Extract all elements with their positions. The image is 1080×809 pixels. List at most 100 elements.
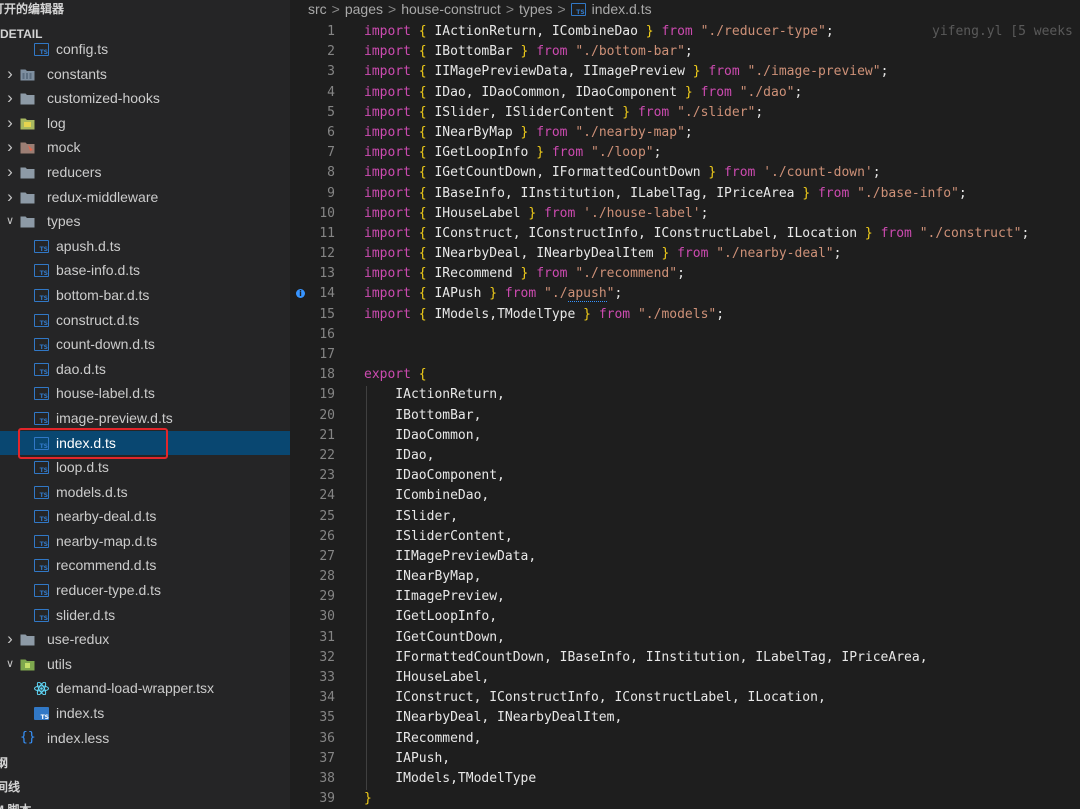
tree-folder[interactable]: › mock: [0, 135, 290, 160]
code-line[interactable]: 8 import { IGetCountDown, IFormattedCount…: [290, 163, 1080, 183]
code-line[interactable]: 12 import { INearbyDeal, INearbyDealItem …: [290, 244, 1080, 264]
code-line[interactable]: 10 import { IHouseLabel } from './house-l…: [290, 204, 1080, 224]
code-line[interactable]: 37 IAPush,: [290, 749, 1080, 769]
code-token: ;: [825, 24, 834, 39]
code-line[interactable]: 3 import { IIMagePreviewData, IImagePrevi…: [290, 62, 1080, 82]
tree-file[interactable]: TS house-label.d.ts: [0, 381, 290, 406]
tree-folder[interactable]: › redux-middleware: [0, 185, 290, 210]
code-line[interactable]: 33 IHouseLabel,: [290, 668, 1080, 688]
tree-file[interactable]: TS dao.d.ts: [0, 357, 290, 382]
timeline-section-header[interactable]: 间线: [0, 776, 20, 798]
chevron-right-icon[interactable]: ›: [3, 111, 17, 136]
breadcrumb-item[interactable]: types: [519, 1, 552, 17]
explorer-sidebar: 打开的编辑器 -DETAIL TSconfig.ts›constants›cus…: [0, 0, 290, 809]
code-editor[interactable]: src > pages > house-construct > types > TS index.…: [290, 0, 1080, 809]
code-line[interactable]: 24 ICombineDao,: [290, 486, 1080, 506]
tree-file[interactable]: TS bottom-bar.d.ts: [0, 283, 290, 308]
outline-section-header[interactable]: 纲: [0, 752, 8, 774]
tree-folder[interactable]: › constants: [0, 62, 290, 87]
chevron-right-icon[interactable]: ›: [3, 160, 17, 185]
npm-scripts-section-header[interactable]: M 脚本: [0, 799, 31, 809]
code-line[interactable]: 27 IIMagePreviewData,: [290, 547, 1080, 567]
chevron-down-icon[interactable]: ∨: [3, 652, 17, 677]
tree-file[interactable]: TS apush.d.ts: [0, 234, 290, 259]
code-line[interactable]: 6 import { INearByMap } from "./nearby-ma…: [290, 123, 1080, 143]
code-token: from: [598, 306, 631, 322]
code-line[interactable]: 5 import { ISlider, ISliderContent } from…: [290, 103, 1080, 123]
code-line[interactable]: 2 import { IBottomBar } from "./bottom-ba…: [290, 42, 1080, 62]
code-line[interactable]: 30 IGetLoopInfo,: [290, 607, 1080, 627]
code-line[interactable]: i 14 import { IAPush } from "./apush";: [290, 284, 1080, 304]
code-line[interactable]: 38 IModels,TModelType: [290, 769, 1080, 789]
tree-file[interactable]: TS construct.d.ts: [0, 308, 290, 333]
chevron-down-icon[interactable]: ∨: [3, 209, 17, 234]
code-lines[interactable]: 1 import { IActionReturn, ICombineDao } f…: [290, 22, 1080, 809]
tree-folder[interactable]: › customized-hooks: [0, 86, 290, 111]
chevron-right-icon[interactable]: ›: [3, 185, 17, 210]
tree-file[interactable]: TS nearby-map.d.ts: [0, 529, 290, 554]
tree-file[interactable]: TS index.ts: [0, 701, 290, 726]
tree-file[interactable]: TS recommend.d.ts: [0, 553, 290, 578]
code-line[interactable]: 28 INearByMap,: [290, 567, 1080, 587]
code-line[interactable]: 32 IFormattedCountDown, IBaseInfo, IInst…: [290, 648, 1080, 668]
code-line[interactable]: 11 import { IConstruct, IConstructInfo, I…: [290, 224, 1080, 244]
tree-folder[interactable]: ∨ utils: [0, 652, 290, 677]
code-line[interactable]: 7 import { IGetLoopInfo } from "./loop";: [290, 143, 1080, 163]
code-line[interactable]: 19 IActionReturn,: [290, 385, 1080, 405]
breadcrumb-item[interactable]: index.d.ts: [592, 1, 652, 17]
line-number: 24: [319, 488, 335, 504]
code-line[interactable]: 1 import { IActionReturn, ICombineDao } f…: [290, 22, 1080, 42]
tree-file[interactable]: TS slider.d.ts: [0, 603, 290, 628]
chevron-right-icon[interactable]: ›: [3, 62, 17, 87]
tree-folder[interactable]: › reducers: [0, 160, 290, 185]
code-line[interactable]: 26 ISliderContent,: [290, 527, 1080, 547]
code-line[interactable]: 34 IConstruct, IConstructInfo, IConstruc…: [290, 688, 1080, 708]
tree-file[interactable]: TS base-info.d.ts: [0, 258, 290, 283]
code-line[interactable]: 16: [290, 325, 1080, 345]
breadcrumb-item[interactable]: house-construct: [401, 1, 501, 17]
chevron-right-icon[interactable]: ›: [3, 135, 17, 160]
chevron-right-icon[interactable]: ›: [3, 86, 17, 111]
code-line[interactable]: 25 ISlider,: [290, 507, 1080, 527]
code-token: "./models": [637, 306, 717, 322]
code-line[interactable]: 39}: [290, 789, 1080, 809]
code-line[interactable]: 31 IGetCountDown,: [290, 628, 1080, 648]
code-token: from: [637, 104, 670, 120]
code-line[interactable]: 29 IImagePreview,: [290, 587, 1080, 607]
tree-item-label: config.ts: [56, 41, 109, 57]
code-line[interactable]: 35 INearbyDeal, INearbyDealItem,: [290, 708, 1080, 728]
tree-file[interactable]: {} index.less: [0, 726, 290, 751]
code-line[interactable]: 36 IRecommend,: [290, 729, 1080, 749]
tree-file[interactable]: TS nearby-deal.d.ts: [0, 504, 290, 529]
line-number: 18: [319, 367, 335, 383]
tree-file[interactable]: TS models.d.ts: [0, 480, 290, 505]
code-line[interactable]: 13 import { IRecommend } from "./recommen…: [290, 264, 1080, 284]
code-line[interactable]: 17: [290, 345, 1080, 365]
code-line[interactable]: 9 import { IBaseInfo, IInstitution, ILabe…: [290, 184, 1080, 204]
code-line[interactable]: 21 IDaoCommon,: [290, 426, 1080, 446]
tree-folder[interactable]: ∨ types: [0, 209, 290, 234]
line-number: 20: [319, 407, 335, 423]
code-token: from: [724, 165, 756, 181]
tree-file[interactable]: TS count-down.d.ts: [0, 332, 290, 357]
tree-file[interactable]: demand-load-wrapper.tsx: [0, 676, 290, 701]
breadcrumb-item[interactable]: src: [308, 1, 327, 17]
tree-file[interactable]: TS config.ts: [0, 37, 290, 62]
code-token: {: [418, 205, 427, 221]
code-line[interactable]: 15 import { IModels,TModelType } from "./…: [290, 305, 1080, 325]
code-line[interactable]: 20 IBottomBar,: [290, 406, 1080, 426]
tree-item-label: slider.d.ts: [56, 606, 116, 623]
tree-file[interactable]: TS reducer-type.d.ts: [0, 578, 290, 603]
code-line[interactable]: 4 import { IDao, IDaoCommon, IDaoComponen…: [290, 83, 1080, 103]
open-editors-header[interactable]: 打开的编辑器: [0, 0, 64, 19]
code-line[interactable]: 23 IDaoComponent,: [290, 466, 1080, 486]
code-line[interactable]: 22 IDao,: [290, 446, 1080, 466]
tree-folder[interactable]: › use-redux: [0, 627, 290, 652]
code-token: from: [544, 205, 576, 221]
breadcrumb-item[interactable]: pages: [345, 1, 383, 17]
tree-file[interactable]: TS image-preview.d.ts: [0, 406, 290, 431]
code-line[interactable]: 18 export {: [290, 365, 1080, 385]
chevron-right-icon[interactable]: ›: [3, 627, 17, 652]
code-token: IDao, IDaoCommon, IDaoComponent: [426, 84, 685, 100]
tree-folder[interactable]: › log: [0, 111, 290, 136]
